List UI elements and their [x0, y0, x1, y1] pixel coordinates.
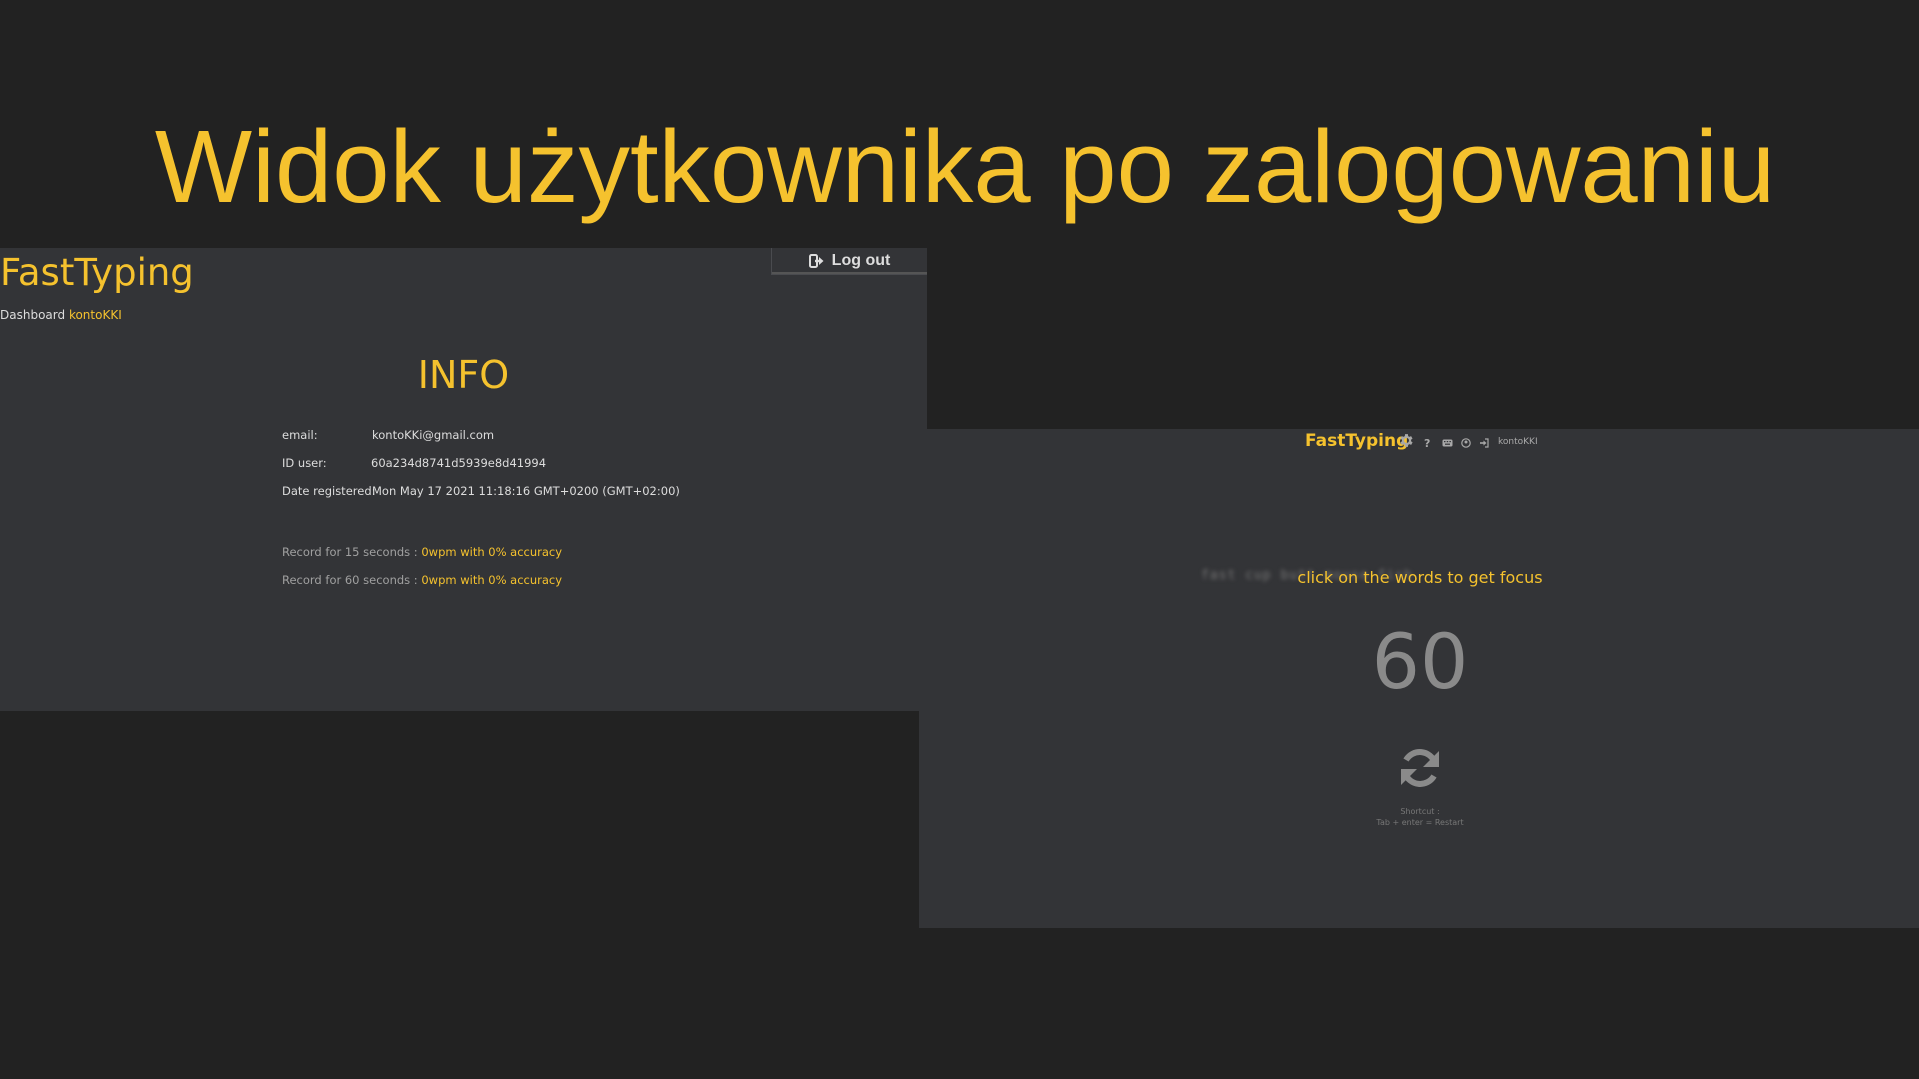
dashboard-panel: FastTyping Dashboard kontoKKI Log out IN… [0, 248, 927, 711]
record-60s-value: 0wpm with 0% accuracy [421, 573, 563, 587]
user-id-value: 60a234d8741d5939e8d41994 [371, 456, 547, 470]
breadcrumb: Dashboard kontoKKI [0, 308, 122, 322]
slide-title: Widok użytkownika po zalogowaniu [154, 109, 1776, 224]
record-60s-label: Record for 60 seconds : [282, 573, 422, 587]
sign-in-icon[interactable] [1479, 438, 1489, 448]
logout-button[interactable]: Log out [771, 248, 927, 275]
date-registered-row: Date registered: Mon May 17 2021 11:18:1… [282, 484, 680, 498]
dashboard-brand-logo[interactable]: FastTyping [0, 250, 194, 296]
sign-out-icon [808, 254, 824, 268]
record-60s-row: Record for 60 seconds : 0wpm with 0% acc… [282, 573, 562, 587]
record-15s-row: Record for 15 seconds : 0wpm with 0% acc… [282, 545, 562, 559]
restart-button[interactable] [1395, 743, 1445, 793]
record-15s-label: Record for 15 seconds : [282, 545, 422, 559]
shortcut-label: Shortcut : [1400, 807, 1440, 816]
shortcut-keys: Tab + enter = Restart [1376, 818, 1464, 827]
gear-icon[interactable] [1398, 432, 1415, 449]
focus-message[interactable]: click on the words to get focus [1200, 567, 1640, 589]
user-circle-icon[interactable] [1461, 438, 1471, 448]
keyboard-icon[interactable] [1442, 439, 1453, 447]
date-registered-value: Mon May 17 2021 11:18:16 GMT+0200 (GMT+0… [372, 484, 680, 498]
email-label: email: [282, 428, 318, 442]
email-value: kontoKKi@gmail.com [372, 428, 495, 442]
nav-username-link[interactable]: kontoKKI [1498, 437, 1538, 447]
question-icon[interactable]: ? [1424, 437, 1430, 450]
user-id-label: ID user: [282, 456, 327, 470]
user-id-row: ID user: 60a234d8741d5939e8d41994 [282, 456, 546, 470]
refresh-icon [1401, 749, 1439, 787]
breadcrumb-dashboard[interactable]: Dashboard [0, 308, 65, 322]
email-row: email: kontoKKi@gmail.com [282, 428, 494, 442]
date-registered-label: Date registered: [282, 484, 376, 498]
logout-label: Log out [831, 252, 891, 269]
info-heading: INFO [417, 353, 510, 397]
typing-brand-logo[interactable]: FastTyping [1305, 430, 1408, 452]
timer-display: 60 [1371, 617, 1469, 706]
record-15s-value: 0wpm with 0% accuracy [421, 545, 563, 559]
breadcrumb-username-link[interactable]: kontoKKI [69, 308, 122, 322]
shortcut-hint: Shortcut : Tab + enter = Restart [1320, 806, 1520, 828]
